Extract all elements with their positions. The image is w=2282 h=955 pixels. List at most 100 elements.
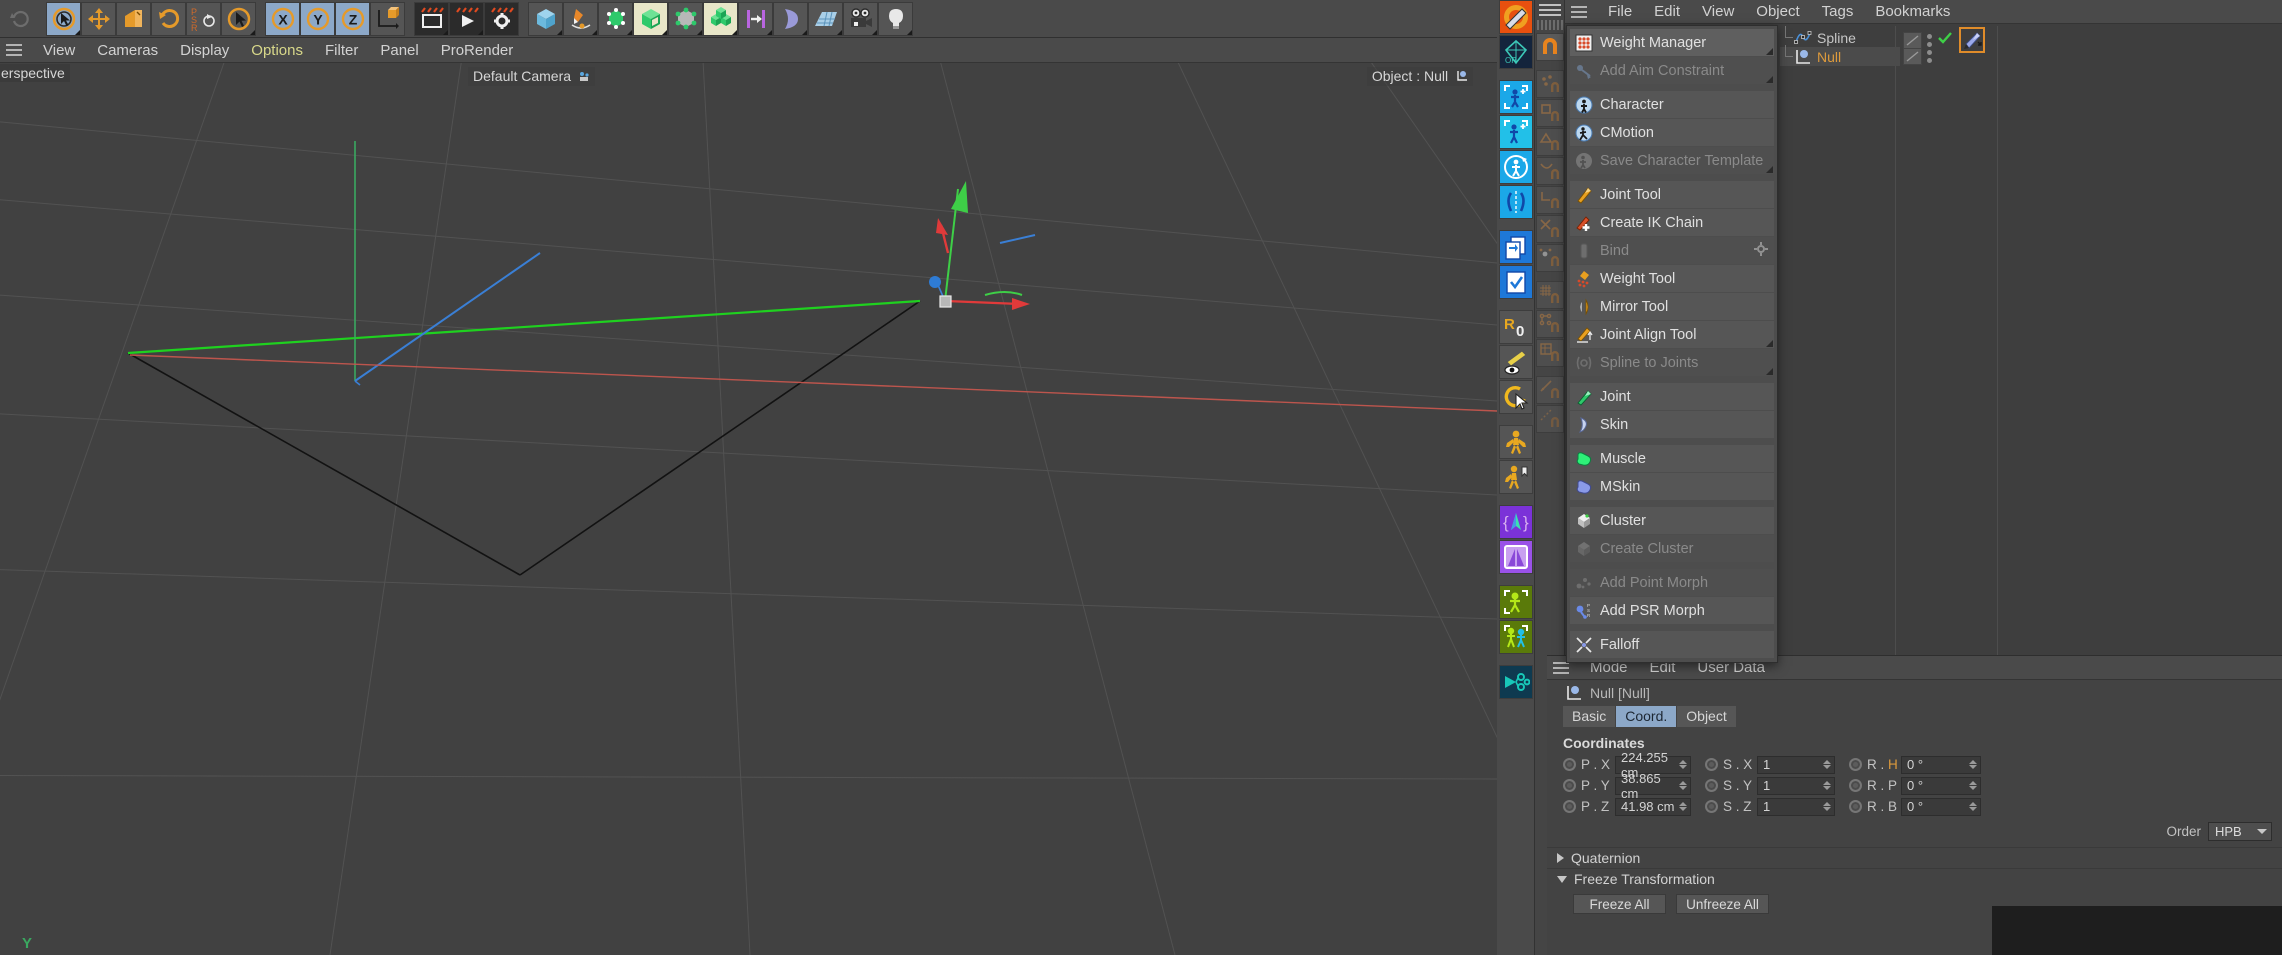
snap-guide-icon[interactable]	[1535, 310, 1564, 338]
scale-x-field[interactable]: 1	[1757, 755, 1835, 774]
menu-item-joint-tool[interactable]: Joint Tool	[1570, 181, 1774, 208]
scale-y-field[interactable]: 1	[1757, 776, 1835, 795]
spline-pen-icon[interactable]	[563, 1, 598, 36]
menu-item-cluster[interactable]: Cluster	[1570, 507, 1774, 534]
viewport-menu-panel[interactable]: Panel	[369, 38, 429, 63]
menu-object[interactable]: Object	[1745, 0, 1810, 24]
world-object-axis-icon[interactable]	[370, 1, 405, 36]
deformer-icon[interactable]	[668, 1, 703, 36]
paste-weights-icon[interactable]	[1498, 265, 1533, 299]
snap-hamburger-icon[interactable]	[1537, 2, 1563, 18]
viewport-menu-display[interactable]: Display	[169, 38, 240, 63]
snap-polygon-icon[interactable]	[1535, 128, 1564, 156]
cursor-select-icon[interactable]	[221, 1, 256, 36]
rotation-p-radio[interactable]	[1849, 779, 1862, 792]
dynamics-icon[interactable]	[773, 1, 808, 36]
viewport-menu-cameras[interactable]: Cameras	[86, 38, 169, 63]
position-x-radio[interactable]	[1563, 758, 1576, 771]
position-x-spinner[interactable]	[1679, 760, 1688, 769]
puppet-tag-icon[interactable]	[1498, 460, 1533, 494]
nurbs-icon[interactable]	[598, 1, 633, 36]
menu-bookmarks[interactable]: Bookmarks	[1864, 0, 1961, 24]
visibility-toggle-spline[interactable]	[1903, 31, 1922, 49]
spline-tag-icon[interactable]	[1959, 27, 1985, 53]
render-queue-icon[interactable]	[449, 1, 484, 36]
menu-item-falloff[interactable]: Falloff	[1570, 631, 1774, 658]
array-icon[interactable]	[633, 1, 668, 36]
visibility-dots-spline[interactable]	[1927, 33, 1932, 47]
visual-selector-icon[interactable]	[1498, 345, 1533, 379]
freeze-transformation-section[interactable]: Freeze Transformation	[1547, 868, 2282, 889]
character-object-icon[interactable]	[1498, 80, 1533, 114]
scale-z-field[interactable]: 1	[1757, 797, 1835, 816]
scale-x-radio[interactable]	[1705, 758, 1718, 771]
viewport-menu-filter[interactable]: Filter	[314, 38, 369, 63]
character-rig-icon[interactable]	[1498, 585, 1533, 619]
cmotion-circle-icon[interactable]	[1498, 150, 1533, 184]
floor-icon[interactable]	[808, 1, 843, 36]
op-spline-icon[interactable]: OP	[1498, 35, 1533, 69]
snap-edge-icon[interactable]	[1535, 99, 1564, 127]
rotation-h-spinner[interactable]	[1969, 760, 1978, 769]
viewport-hamburger-icon[interactable]	[0, 44, 32, 56]
menu-item-mskin[interactable]: MSkin	[1570, 473, 1774, 500]
tab-coord[interactable]: Coord.	[1616, 706, 1677, 727]
menu-item-joint-align-tool[interactable]: Joint Align Tool	[1570, 321, 1774, 348]
scale-y-spinner[interactable]	[1823, 781, 1832, 790]
snap-midpoint-icon[interactable]	[1535, 244, 1564, 272]
position-y-field[interactable]: 38.865 cm	[1615, 771, 1691, 801]
motion-mirror-icon[interactable]	[1498, 540, 1533, 574]
rotation-b-field[interactable]: 0 °	[1901, 797, 1981, 816]
visibility-dots-null[interactable]	[1927, 50, 1932, 63]
skin-deform-icon[interactable]	[1498, 665, 1533, 699]
pose-morph-icon[interactable]	[1498, 380, 1533, 414]
render-view-icon[interactable]	[414, 1, 449, 36]
object-row-null[interactable]: Null	[1780, 45, 1900, 66]
menu-view[interactable]: View	[1691, 0, 1745, 24]
menu-item-weight-tool[interactable]: Weight Tool	[1570, 265, 1774, 292]
snap-workplane-icon[interactable]	[1535, 339, 1564, 367]
gear-icon[interactable]	[1754, 241, 1768, 260]
scale-z-radio[interactable]	[1705, 800, 1718, 813]
rotation-b-radio[interactable]	[1849, 800, 1862, 813]
puppet-icon[interactable]	[1498, 425, 1533, 459]
character-walk-icon[interactable]	[1498, 620, 1533, 654]
character-component-icon[interactable]	[1498, 115, 1533, 149]
snap-quantize-icon[interactable]	[1535, 405, 1564, 433]
scale-x-spinner[interactable]	[1823, 760, 1832, 769]
attribute-hamburger-icon[interactable]	[1547, 661, 1579, 674]
position-z-spinner[interactable]	[1679, 802, 1688, 811]
menu-item-cmotion[interactable]: CMotion	[1570, 119, 1774, 146]
lock-y-icon[interactable]: Y	[300, 1, 335, 36]
object-row-spline[interactable]: Spline	[1780, 26, 1900, 47]
rotate-icon[interactable]	[151, 1, 186, 36]
mograph-icon[interactable]	[703, 1, 738, 36]
menu-item-joint[interactable]: Joint	[1570, 383, 1774, 410]
unfreeze-all-button[interactable]: Unfreeze All	[1676, 894, 1769, 914]
freeze-all-button[interactable]: Freeze All	[1573, 894, 1666, 914]
live-selection-icon[interactable]	[46, 1, 81, 36]
joint-tool-icon[interactable]	[1498, 0, 1533, 34]
render-settings-icon[interactable]	[484, 1, 519, 36]
snap-spline-icon[interactable]	[1535, 157, 1564, 185]
psr-icon[interactable]: PSR	[186, 1, 221, 36]
rotation-h-field[interactable]: 0 °	[1901, 755, 1981, 774]
menu-item-add-psr-morph[interactable]: PSR Add PSR Morph	[1570, 597, 1774, 624]
mirror-pose-icon[interactable]	[1498, 185, 1533, 219]
undo-icon[interactable]	[2, 1, 37, 36]
rotation-h-radio[interactable]	[1849, 758, 1862, 771]
rotation-b-spinner[interactable]	[1969, 802, 1978, 811]
tab-basic[interactable]: Basic	[1563, 706, 1616, 727]
menu-item-skin[interactable]: Skin	[1570, 411, 1774, 438]
viewport-3d[interactable]: Default Camera Object : Null Y	[0, 63, 1497, 955]
copy-weights-icon[interactable]	[1498, 230, 1533, 264]
menu-item-create-ik-chain[interactable]: Create IK Chain	[1570, 209, 1774, 236]
menu-tags[interactable]: Tags	[1811, 0, 1865, 24]
move-icon[interactable]	[81, 1, 116, 36]
position-y-spinner[interactable]	[1679, 781, 1688, 790]
menu-item-muscle[interactable]: Muscle	[1570, 445, 1774, 472]
menu-edit[interactable]: Edit	[1643, 0, 1691, 24]
snap-drag-handle[interactable]	[1536, 20, 1563, 30]
snap-axis-icon[interactable]	[1535, 186, 1564, 214]
camera-icon[interactable]	[843, 1, 878, 36]
